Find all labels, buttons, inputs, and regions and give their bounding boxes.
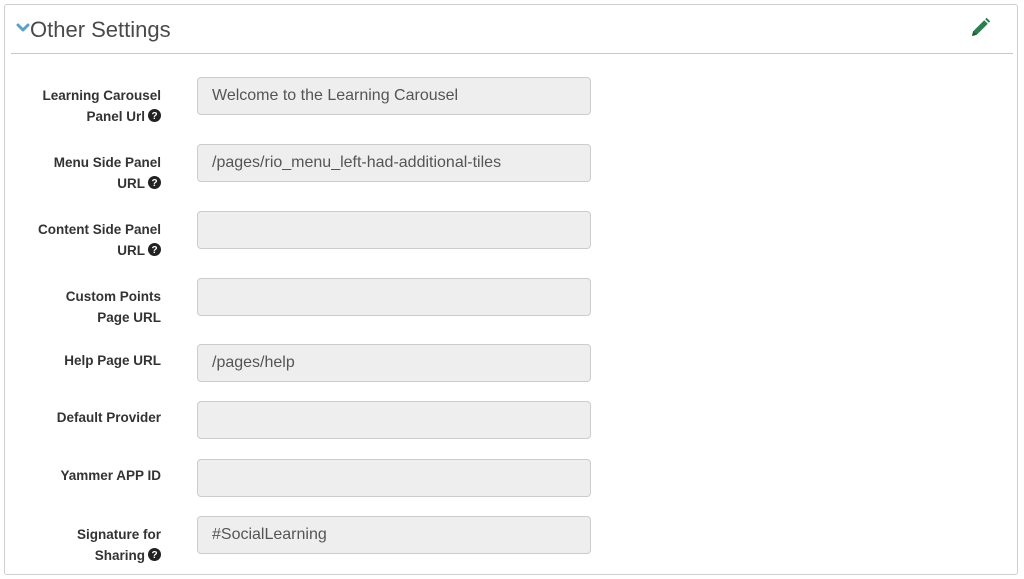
help-page-url-input[interactable] (197, 344, 591, 382)
pencil-icon[interactable] (969, 17, 991, 39)
label-line1: Help Page URL (64, 353, 161, 368)
form-row-learning-carousel: Learning Carousel Panel Url? (5, 77, 1017, 124)
form-row-default-provider: Default Provider (5, 401, 1017, 441)
other-settings-panel: Other Settings Learning Carousel Panel U… (4, 4, 1018, 575)
label-line1: Menu Side Panel (53, 155, 161, 170)
label-line1: Yammer APP ID (60, 468, 161, 483)
panel-title: Other Settings (30, 17, 171, 42)
form-row-signature-sharing: Signature for Sharing? (5, 516, 1017, 563)
field-label: Help Page URL (11, 350, 161, 371)
label-line1: Default Provider (56, 410, 161, 425)
field-label: Menu Side Panel URL? (11, 152, 161, 194)
label-line1: Learning Carousel (42, 88, 161, 103)
label-line1: Custom Points (65, 289, 161, 304)
form-row-help-page: Help Page URL (5, 344, 1017, 384)
header-divider (11, 53, 1013, 54)
label-line2: URL (117, 243, 145, 258)
chevron-down-icon[interactable] (16, 21, 30, 35)
field-label: Learning Carousel Panel Url? (11, 85, 161, 127)
yammer-app-id-input[interactable] (197, 459, 591, 497)
panel-header[interactable]: Other Settings (5, 5, 1017, 53)
help-icon[interactable]: ? (148, 109, 161, 122)
field-label: Custom Points Page URL (11, 286, 161, 328)
menu-side-panel-url-input[interactable] (197, 144, 591, 182)
label-line2: Page URL (97, 310, 161, 325)
label-line2: Panel Url (86, 109, 145, 124)
form-row-content-side-panel: Content Side Panel URL? (5, 211, 1017, 258)
label-line2: URL (117, 176, 145, 191)
label-line1: Content Side Panel (37, 222, 161, 237)
field-label: Content Side Panel URL? (11, 219, 161, 261)
form-row-menu-side-panel: Menu Side Panel URL? (5, 144, 1017, 191)
field-label: Default Provider (11, 407, 161, 428)
content-side-panel-url-input[interactable] (197, 211, 591, 249)
svg-text:?: ? (151, 178, 157, 189)
field-label: Signature for Sharing? (11, 524, 161, 566)
label-line2: Sharing (94, 548, 145, 563)
learning-carousel-url-input[interactable] (197, 77, 591, 115)
custom-points-page-url-input[interactable] (197, 278, 591, 316)
form-row-custom-points: Custom Points Page URL (5, 278, 1017, 325)
help-icon[interactable]: ? (148, 548, 161, 561)
field-label: Yammer APP ID (11, 465, 161, 486)
signature-for-sharing-input[interactable] (197, 516, 591, 554)
svg-text:?: ? (151, 245, 157, 256)
svg-text:?: ? (151, 550, 157, 561)
help-icon[interactable]: ? (148, 176, 161, 189)
svg-text:?: ? (151, 111, 157, 122)
default-provider-input[interactable] (197, 401, 591, 439)
help-icon[interactable]: ? (148, 243, 161, 256)
form-row-yammer-app-id: Yammer APP ID (5, 459, 1017, 499)
label-line1: Signature for (76, 527, 161, 542)
